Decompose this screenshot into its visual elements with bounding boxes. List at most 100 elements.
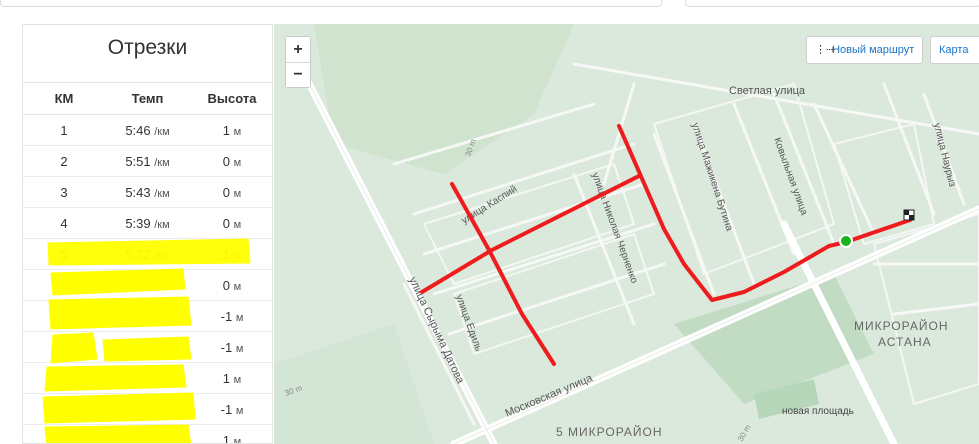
split-pace-value: 5:29 (125, 370, 151, 386)
split-km: 10 (23, 393, 105, 425)
split-elevation: 1 м (190, 424, 272, 444)
zoom-in-button[interactable]: + (286, 37, 310, 62)
pace-unit: /км (154, 435, 170, 444)
split-pace: 5:46 /км (105, 114, 190, 146)
split-km: 1 (23, 114, 105, 146)
split-pace: 5:43 /км (105, 176, 190, 208)
pace-unit: /км (154, 156, 170, 169)
map-type-button[interactable]: Карта (930, 36, 979, 64)
elevation-unit: м (233, 156, 242, 169)
split-row: 10 5:26 /км -1 м (23, 393, 272, 425)
split-km: 8 (23, 331, 105, 363)
split-row: 11 5:18 /км 1 м (23, 424, 272, 444)
split-elevation: 0 м (190, 207, 272, 239)
district-label-astana: АСТАНА (878, 335, 932, 349)
split-pace-value: 5:26 (125, 401, 151, 417)
split-elevation: -1 м (190, 331, 272, 363)
split-elevation: 0 м (190, 269, 272, 301)
map-canvas: Светлая улица улица Каспий улица Николая… (274, 24, 979, 444)
split-pace: 5:26 /км (105, 393, 190, 425)
top-bar (0, 0, 979, 22)
split-pace-value: 5:18 (125, 432, 151, 444)
top-tab-left[interactable] (0, 0, 662, 7)
elevation-unit: м (233, 125, 242, 138)
top-tab-right[interactable] (685, 0, 979, 7)
district-label-mikrorayon: МИКРОРАЙОН (854, 318, 949, 333)
split-row: 3 5:43 /км 0 м (23, 176, 272, 208)
split-km: 7 (23, 300, 105, 332)
header-elevation: Высота (190, 83, 272, 115)
start-marker[interactable] (839, 234, 853, 248)
split-elevation-value: -1 (220, 339, 233, 355)
splits-title: Отрезки (23, 25, 272, 83)
split-pace-value: 5:51 (125, 153, 151, 169)
split-elevation-value: 0 (222, 184, 231, 200)
elevation-unit: м (233, 435, 242, 444)
finish-flag-icon[interactable] (903, 209, 915, 221)
split-row: 4 5:39 /км 0 м (23, 207, 272, 239)
split-pace-value: 5:43 (125, 184, 151, 200)
pace-unit: /км (154, 342, 170, 355)
zoom-control: + − (285, 36, 311, 88)
split-pace-value: 5:39 (125, 308, 151, 324)
split-km: 2 (23, 145, 105, 177)
pace-unit: /км (154, 187, 170, 200)
split-elevation-value: 0 (222, 277, 231, 293)
elevation-unit: м (235, 342, 244, 355)
split-elevation-value: -1 (220, 401, 233, 417)
elevation-unit: м (235, 404, 244, 417)
split-row: 1 5:46 /км 1 м (23, 114, 272, 146)
split-pace: 5:38 /км (105, 269, 190, 301)
pace-unit: /км (154, 280, 170, 293)
pace-unit: /км (154, 249, 170, 262)
split-pace-value: 5:46 (125, 122, 151, 138)
split-row: 7 5:39 /км -1 м (23, 300, 272, 332)
place-label-novaya-ploshad: новая площадь (782, 406, 854, 417)
map-type-label: Карта (939, 44, 969, 56)
split-elevation-value: -1 (220, 308, 233, 324)
split-pace: 5:29 /км (105, 362, 190, 394)
route-map[interactable]: Светлая улица улица Каспий улица Николая… (274, 24, 979, 444)
zoom-out-button[interactable]: − (286, 62, 310, 87)
new-route-button[interactable]: ⋮⇢ Новый маршрут (806, 36, 924, 64)
elevation-unit: м (233, 249, 242, 262)
split-pace-value: 5:30 (125, 339, 151, 355)
split-row: 5 5:32 /км 1 м (23, 238, 272, 270)
split-row: 2 5:51 /км 0 м (23, 145, 272, 177)
pace-unit: /км (154, 311, 170, 324)
split-pace: 5:32 /км (105, 238, 190, 270)
route-icon: ⋮⇢ (815, 44, 836, 56)
split-km: 4 (23, 207, 105, 239)
header-pace: Темп (105, 83, 190, 115)
pace-unit: /км (154, 404, 170, 417)
split-elevation: 1 м (190, 362, 272, 394)
split-row: 6 5:38 /км 0 м (23, 269, 272, 301)
split-elevation-value: 0 (222, 215, 231, 231)
pace-unit: /км (154, 218, 170, 231)
pace-unit: /км (154, 125, 170, 138)
split-pace-value: 5:39 (125, 215, 151, 231)
split-row: 9 5:29 /км 1 м (23, 362, 272, 394)
split-km: 11 (23, 424, 105, 443)
district-label-5-mikrorayon: 5 МИКРОРАЙОН (556, 424, 663, 439)
splits-table: КМ Темп Высота 1 5:46 /км 1 м 2 5:51 /км 0 м3… (23, 83, 272, 444)
header-km: КМ (23, 83, 105, 115)
split-pace-value: 5:32 (125, 246, 151, 262)
split-elevation: 1 м (190, 114, 272, 146)
street-label-svetlaya: Светлая улица (729, 85, 806, 97)
split-pace: 5:30 /км (105, 331, 190, 363)
split-elevation: 0 м (190, 176, 272, 208)
split-elevation: 1 м (190, 238, 272, 270)
split-elevation-value: 1 (222, 122, 231, 138)
elevation-unit: м (233, 373, 242, 386)
split-pace: 5:51 /км (105, 145, 190, 177)
elevation-unit: м (235, 311, 244, 324)
split-pace: 5:39 /км (105, 207, 190, 239)
splits-header-row: КМ Темп Высота (23, 83, 272, 115)
split-pace-value: 5:38 (125, 277, 151, 293)
split-pace: 5:18 /км (105, 424, 190, 444)
elevation-unit: м (233, 187, 242, 200)
split-elevation: -1 м (190, 300, 272, 332)
split-elevation-value: 1 (222, 246, 231, 262)
split-km: 5 (23, 238, 105, 270)
